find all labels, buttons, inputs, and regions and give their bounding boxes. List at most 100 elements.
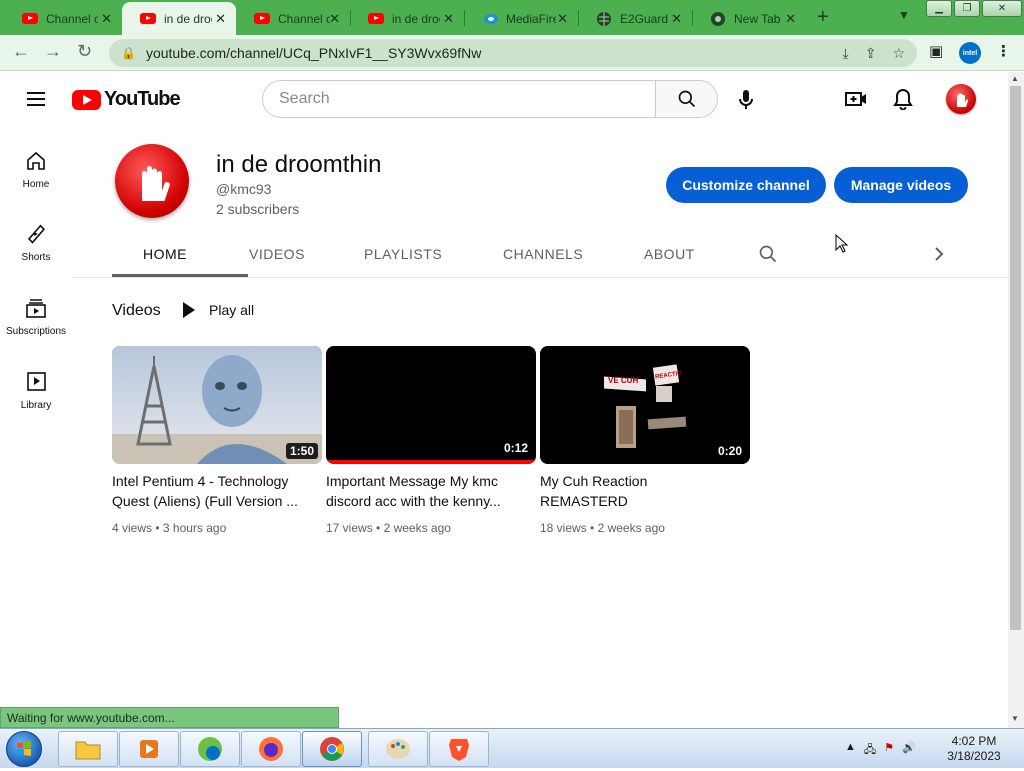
tab-title: Channel content	[278, 11, 330, 26]
notifications-bell-icon[interactable]	[893, 88, 913, 115]
taskbar-clock[interactable]: 4:02 PM 3/18/2023	[944, 734, 1004, 764]
watch-progress-bar	[326, 460, 536, 464]
channel-search-icon[interactable]	[758, 244, 778, 269]
svg-text:VE CUH: VE CUH	[608, 376, 638, 385]
tab-videos[interactable]: VIDEOS	[249, 246, 305, 262]
tab-close-icon[interactable]: ✕	[215, 11, 226, 27]
play-all-button[interactable]: Play all	[183, 302, 254, 318]
forward-arrow-icon[interactable]: →	[44, 41, 62, 62]
youtube-masthead: YouTube Search	[0, 72, 1008, 126]
guide-item-home[interactable]: Home	[0, 149, 72, 190]
menu-kebab-icon[interactable]: ⋮	[996, 42, 1011, 60]
video-title[interactable]: Intel Pentium 4 - Technology Quest (Alie…	[112, 471, 312, 511]
youtube-logo[interactable]: YouTube	[72, 88, 181, 111]
close-window-icon[interactable]: ✕	[982, 0, 1022, 17]
search-input[interactable]: Search	[262, 80, 655, 118]
tab-about[interactable]: ABOUT	[644, 246, 695, 262]
loading-status-text: Waiting for www.youtube.com...	[0, 707, 339, 728]
scroll-down-icon[interactable]: ▼	[1011, 714, 1019, 723]
mouse-cursor-icon	[835, 233, 849, 259]
tab-title: in de droomthin	[392, 11, 440, 26]
browser-tab-active[interactable]: in de droomthin ✕	[122, 2, 236, 35]
tab-close-icon[interactable]: ✕	[443, 11, 454, 27]
channel-name: in de droomthin	[216, 151, 382, 178]
video-thumbnail[interactable]: VE CUH REACTIO 0:20	[540, 346, 750, 464]
action-center-flag-icon[interactable]: ⚑	[884, 741, 894, 760]
video-thumbnail[interactable]: 1:50	[112, 346, 322, 464]
browser-tab[interactable]: MediaFire ✕	[464, 2, 578, 35]
network-icon[interactable]: 🖧	[864, 741, 876, 760]
show-hidden-icons-icon[interactable]: ▲	[845, 741, 856, 760]
tab-close-icon[interactable]: ✕	[101, 11, 112, 27]
install-app-icon[interactable]: ⤓	[843, 45, 849, 62]
guide-item-shorts[interactable]: Shorts	[0, 222, 72, 263]
tab-close-icon[interactable]: ✕	[785, 11, 796, 27]
home-icon	[0, 149, 72, 173]
microphone-icon[interactable]	[736, 89, 756, 116]
taskbar-intel-app[interactable]	[180, 731, 240, 767]
shorts-icon	[0, 222, 72, 246]
shelf-title: Videos	[112, 302, 161, 319]
search-button[interactable]	[655, 80, 718, 118]
browser-tab[interactable]: in de droomthin ✕	[350, 2, 464, 35]
channel-avatar[interactable]	[115, 144, 189, 218]
browser-tab[interactable]: Channel content ✕	[4, 2, 122, 35]
library-icon	[0, 370, 72, 394]
start-button[interactable]	[6, 731, 42, 767]
taskbar-media-player[interactable]	[119, 731, 179, 767]
hamburger-menu-icon[interactable]	[27, 92, 45, 106]
volume-icon[interactable]: 🔊	[902, 741, 916, 760]
account-avatar[interactable]	[946, 84, 976, 114]
manage-videos-button[interactable]: Manage videos	[834, 167, 968, 203]
chevron-right-icon[interactable]	[933, 246, 945, 267]
tab-channels[interactable]: CHANNELS	[503, 246, 583, 262]
taskbar-brave[interactable]	[429, 731, 489, 767]
youtube-favicon-icon	[368, 11, 384, 27]
tab-title: New Tab	[734, 11, 781, 26]
video-duration: 0:20	[713, 443, 746, 459]
play-icon	[183, 302, 195, 318]
window-controls: ▁ ❐ ✕	[926, 0, 1022, 17]
lock-icon[interactable]: 🔒	[121, 46, 136, 60]
tab-search-chevron-icon[interactable]: ▼	[898, 8, 910, 22]
tabs-divider	[72, 277, 1008, 278]
tab-close-icon[interactable]: ✕	[329, 11, 340, 27]
tab-close-icon[interactable]: ✕	[671, 11, 682, 27]
address-bar[interactable]: 🔒 youtube.com/channel/UCq_PNxIvF1__SY3Wv…	[109, 39, 917, 67]
video-title[interactable]: My Cuh Reaction REMASTERD	[540, 471, 740, 511]
chrome-favicon-icon	[710, 11, 726, 27]
guide-item-library[interactable]: Library	[0, 370, 72, 411]
scrollbar-thumb[interactable]	[1010, 86, 1021, 630]
youtube-favicon-icon	[254, 11, 270, 27]
back-arrow-icon[interactable]: ←	[12, 41, 30, 62]
share-icon[interactable]: ⇪	[865, 45, 877, 62]
browser-tab[interactable]: E2Guardian ✕	[578, 2, 692, 35]
bookmark-star-icon[interactable]: ☆	[892, 45, 905, 62]
taskbar-firefox[interactable]	[241, 731, 301, 767]
reload-icon[interactable]: ↻	[77, 41, 92, 62]
side-panel-icon[interactable]: ▣	[929, 42, 943, 60]
taskbar-explorer[interactable]	[58, 731, 118, 767]
customize-channel-button[interactable]: Customize channel	[666, 167, 826, 203]
tab-close-icon[interactable]: ✕	[557, 11, 568, 27]
restore-icon[interactable]: ❐	[954, 0, 980, 17]
tab-home[interactable]: HOME	[143, 246, 187, 262]
guide-item-subscriptions[interactable]: Subscriptions	[0, 296, 72, 337]
new-tab-plus-icon[interactable]: +	[817, 6, 829, 29]
video-title[interactable]: Important Message My kmc discord acc wit…	[326, 471, 526, 511]
subscriber-count: 2 subscribers	[216, 201, 300, 217]
taskbar-chrome[interactable]	[302, 731, 362, 767]
browser-tab[interactable]: Channel content ✕	[236, 2, 350, 35]
search-icon	[678, 90, 695, 108]
stop-hand-icon	[142, 166, 170, 201]
video-thumbnail[interactable]: 0:12	[326, 346, 536, 464]
profile-avatar[interactable]: intel	[959, 42, 981, 64]
folder-icon	[75, 741, 101, 760]
taskbar-paint[interactable]	[368, 731, 428, 767]
minimize-icon[interactable]: ▁	[926, 0, 952, 17]
scroll-up-icon[interactable]: ▲	[1011, 74, 1019, 83]
browser-tab[interactable]: New Tab ✕	[692, 2, 806, 35]
create-video-icon[interactable]	[845, 90, 867, 113]
tab-playlists[interactable]: PLAYLISTS	[364, 246, 442, 262]
channel-handle: @kmc93	[216, 181, 272, 197]
